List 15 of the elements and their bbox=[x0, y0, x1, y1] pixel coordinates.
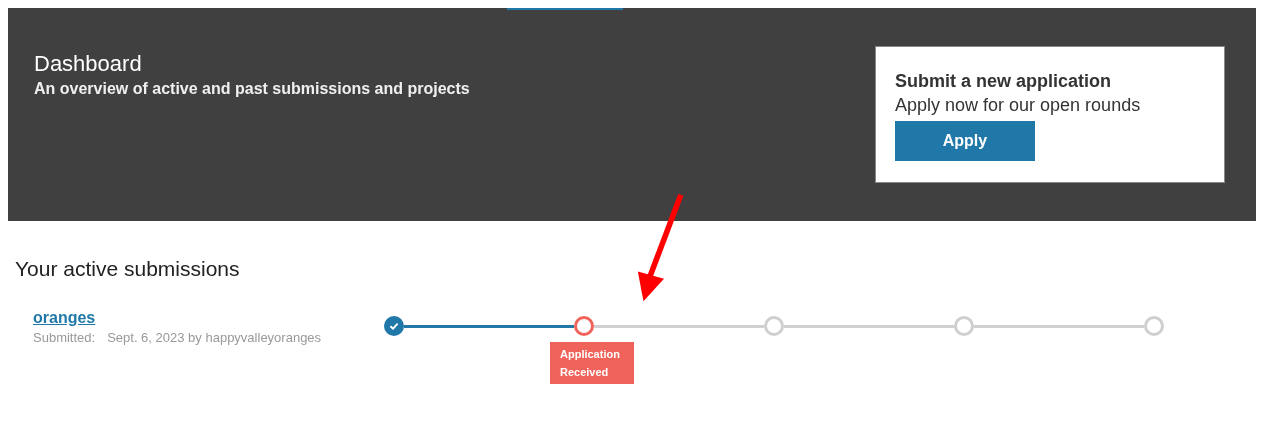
page-subtitle: An overview of active and past submissions and projects bbox=[34, 79, 470, 99]
check-step-icon bbox=[384, 316, 404, 336]
card-text: Apply now for our open rounds bbox=[895, 94, 1142, 117]
section-title: Your active submissions bbox=[15, 257, 241, 281]
page-title: Dashboard bbox=[34, 50, 143, 78]
step-circle-icon bbox=[574, 316, 594, 336]
submission-link[interactable]: oranges bbox=[33, 309, 96, 327]
submitted-label: Submitted: bbox=[33, 330, 96, 345]
step-circle-icon bbox=[764, 316, 784, 336]
step-tooltip: Application Received bbox=[550, 342, 634, 384]
step-circle-icon bbox=[1144, 316, 1164, 336]
submitted-value: Sept. 6, 2023 by happyvalleyoranges bbox=[107, 330, 322, 345]
step-circle-icon bbox=[954, 316, 974, 336]
apply-button[interactable]: Apply bbox=[895, 121, 1035, 161]
card-title: Submit a new application bbox=[895, 70, 1113, 93]
